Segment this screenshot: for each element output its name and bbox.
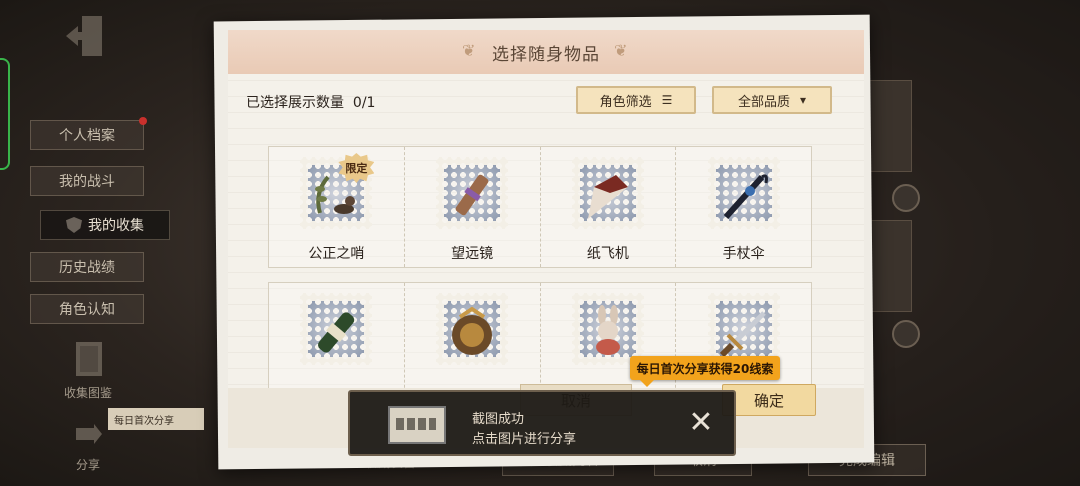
quality-filter-label: 全部品质 [737, 94, 790, 110]
toast-subtitle: 点击图片进行分享 [472, 432, 577, 447]
item-slot-whistle[interactable]: 限定 公正之哨 [269, 147, 405, 267]
role-card [868, 80, 912, 172]
share-label: 分享 [76, 458, 101, 472]
exit-icon[interactable] [62, 12, 106, 60]
quality-filter-dropdown[interactable]: 全部品质 ▾ [712, 86, 832, 114]
selected-count: 已选择展示数量 0/1 [246, 92, 375, 112]
close-icon[interactable]: ✕ [684, 406, 718, 440]
item-slot-cane-umbrella[interactable]: 手杖伞 [676, 147, 811, 267]
cane-umbrella-icon [723, 174, 768, 220]
item-slot-champagne[interactable] [269, 283, 405, 403]
item-label: 纸飞机 [586, 246, 629, 262]
toast-title: 截图成功 [472, 412, 525, 427]
nav-collection-label: 我的收集 [88, 218, 144, 234]
selected-count-label: 已选择展示数量 [246, 95, 344, 111]
role-filter-button[interactable]: 角色筛选 ☰ [576, 86, 696, 114]
nav-collection[interactable]: 我的收集 [40, 210, 170, 240]
nav-battles-label: 我的战斗 [59, 174, 115, 190]
nav-history[interactable]: 历史战绩 [30, 252, 144, 282]
screenshot-thumbnail[interactable] [388, 406, 446, 444]
rotate-icon[interactable] [892, 184, 920, 212]
dagger-icon [719, 311, 766, 357]
telescope-icon [455, 174, 489, 216]
golden-shield-icon [452, 306, 493, 355]
paper-plane-icon [587, 175, 628, 219]
nav-role-label: 角色认知 [59, 302, 115, 318]
item-row: 限定 公正之哨 望远镜 纸飞机 手杖伞 [268, 146, 812, 268]
nav-profile[interactable]: 个人档案 [30, 117, 147, 150]
nav-history-label: 历史战绩 [59, 260, 115, 276]
item-slot-telescope[interactable]: 望远镜 [405, 147, 541, 267]
item-label: 手杖伞 [722, 246, 765, 262]
collection-book-label: 收集图鉴 [64, 386, 113, 400]
list-icon: ☰ [661, 93, 673, 107]
rotate-icon[interactable] [892, 320, 920, 348]
nav-battles[interactable]: 我的战斗 [30, 166, 144, 196]
nav-role[interactable]: 角色认知 [30, 294, 144, 324]
wheat-icon: ❦ [614, 41, 628, 60]
rabbit-doll-icon [595, 305, 620, 355]
screenshot-toast[interactable]: 截图成功 点击图片进行分享 ✕ [348, 390, 736, 456]
notification-dot-icon [139, 117, 147, 125]
share-badge: 每日首次分享 [108, 408, 204, 430]
share-reward-tooltip: 每日首次分享获得20线索 [630, 356, 780, 387]
nav-profile-label: 个人档案 [59, 128, 115, 144]
select-item-dialog: ❦ 选择随身物品 ❦ 已选择展示数量 0/1 角色筛选 ☰ 全部品质 ▾ 限定 … [228, 30, 864, 448]
champagne-bottle-icon [318, 312, 355, 353]
confirm-button[interactable]: 确定 [722, 384, 816, 416]
selected-count-value: 0/1 [352, 95, 376, 111]
role-filter-label: 角色筛选 [599, 94, 652, 110]
share-icon[interactable] [74, 424, 104, 448]
shield-icon [66, 217, 82, 233]
chevron-down-icon: ▾ [799, 93, 807, 107]
item-label: 望远镜 [451, 246, 494, 262]
role-card [868, 220, 912, 312]
wheat-icon: ❦ [462, 41, 476, 60]
book-icon[interactable] [72, 340, 108, 380]
dialog-header: ❦ 选择随身物品 ❦ [228, 30, 864, 74]
side-handle[interactable] [0, 58, 10, 170]
item-slot-paper-plane[interactable]: 纸飞机 [541, 147, 677, 267]
dialog-title: 选择随身物品 [492, 44, 600, 65]
item-label: 公正之哨 [308, 246, 365, 262]
